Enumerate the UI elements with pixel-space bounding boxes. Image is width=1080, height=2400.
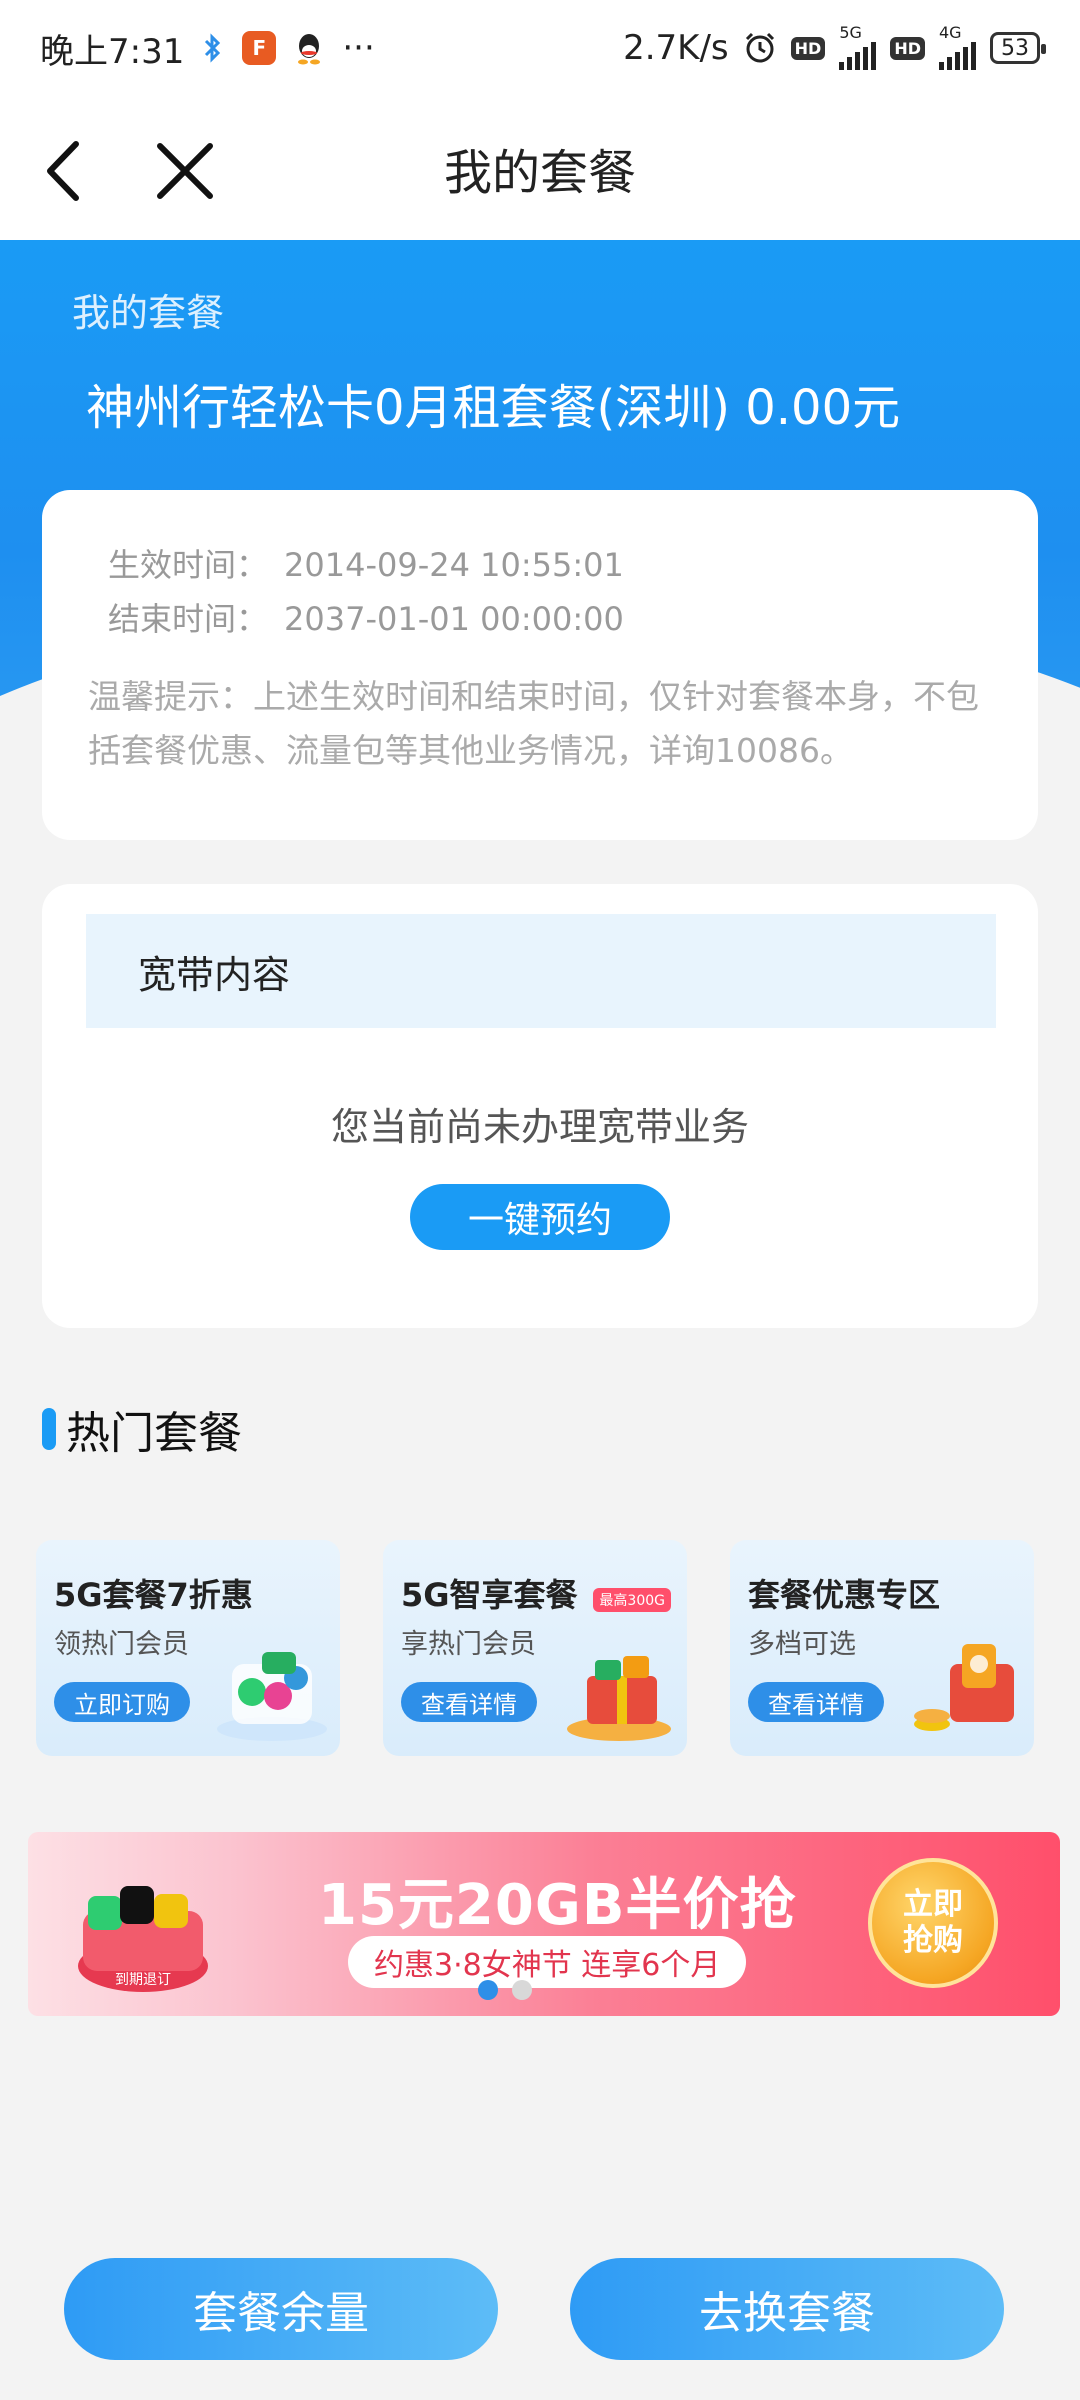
view-details-button-2[interactable]: 查看详情 — [748, 1682, 884, 1722]
hot-packages-heading: 热门套餐 — [42, 1404, 242, 1459]
package-label: 我的套餐 — [72, 291, 225, 335]
network-speed: 2.7K/s — [623, 28, 729, 68]
video-apps-icon — [217, 1652, 327, 1741]
reserve-button[interactable]: 一键预约 — [410, 1184, 670, 1250]
promo-card-discount-zone[interactable]: 套餐优惠专区 多档可选 查看详情 — [730, 1540, 1034, 1756]
end-time-value: 2037-01-01 00:00:00 — [284, 600, 624, 638]
battery-indicator: 53 — [990, 32, 1046, 64]
broadband-title: 宽带内容 — [86, 914, 996, 1028]
change-package-button[interactable]: 去换套餐 — [570, 2258, 1004, 2360]
view-details-button[interactable]: 查看详情 — [401, 1682, 537, 1722]
order-now-button[interactable]: 立即订购 — [54, 1682, 190, 1722]
buy-now-button[interactable]: 立即抢购 — [868, 1858, 998, 1988]
promo-title: 5G套餐7折惠 — [54, 1576, 253, 1614]
promo-title: 套餐优惠专区 — [748, 1576, 941, 1614]
gift-label: 到期退订 — [115, 1972, 171, 1988]
gift-box-icon — [567, 1656, 671, 1741]
promo-subtitle: 享热门会员 — [401, 1629, 536, 1660]
heading-accent-bar — [42, 1408, 56, 1450]
alarm-icon — [743, 31, 777, 65]
buy-now-label: 立即抢购 — [903, 1887, 963, 1958]
qq-icon — [294, 31, 324, 65]
close-icon — [157, 143, 213, 199]
end-time-row: 结束时间： 2037-01-01 00:00:00 — [108, 594, 624, 640]
broadband-empty-text: 您当前尚未办理宽带业务 — [330, 1105, 749, 1149]
hd-badge: HD — [790, 36, 826, 60]
start-time-value: 2014-09-24 10:55:01 — [284, 546, 624, 584]
more-notifications: ··· — [342, 28, 375, 68]
net-4g-label: 4G — [939, 23, 962, 42]
signal-4g-icon: 4G — [939, 23, 976, 70]
promo-subtitle: 多档可选 — [748, 1629, 856, 1660]
start-time-label: 生效时间： — [108, 546, 269, 584]
package-info-card: 生效时间： 2014-09-24 10:55:01 结束时间： 2037-01-01… — [42, 490, 1038, 840]
carousel-dot-active[interactable] — [478, 1980, 498, 2000]
promo-subtitle: 领热门会员 — [54, 1629, 189, 1660]
warm-tip: 温馨提示：上述生效时间和结束时间，仅针对套餐本身，不包括套餐优惠、流量包等其他业… — [88, 677, 979, 770]
promo-banner[interactable]: 到期退订 15元20GB半价抢 约惠3·8女神节 连享6个月 立即抢购 — [28, 1832, 1060, 2016]
banner-subtitle: 约惠3·8女神节 连享6个月 — [348, 1936, 747, 1988]
status-time: 晚上7:31 — [40, 31, 185, 72]
bluetooth-icon — [202, 33, 224, 63]
hot-packages-title: 热门套餐 — [66, 1408, 242, 1459]
hd-badge-2: HD — [890, 36, 925, 60]
nav-bar: 我的套餐 — [0, 96, 1080, 240]
gift-coins-icon — [914, 1644, 1014, 1731]
promo-card-5g-discount[interactable]: 5G套餐7折惠 领热门会员 立即订购 — [36, 1540, 340, 1756]
gift-box-icon: 到期退订 — [78, 1886, 208, 1992]
net-5g-label: 5G — [839, 23, 862, 42]
app-notification-icon: F — [242, 31, 277, 65]
status-bar: 晚上7:31 F ··· 2.7K/s HD 5G HD 4G 53 — [0, 0, 1080, 96]
package-name: 神州行轻松卡0月租套餐(深圳) 0.00元 — [86, 380, 901, 436]
broadband-card: 宽带内容 您当前尚未办理宽带业务 一键预约 — [42, 884, 1038, 1328]
banner-headline: 15元20GB半价抢 — [318, 1873, 797, 1938]
back-arrow-icon — [47, 141, 79, 201]
start-time-row: 生效时间： 2014-09-24 10:55:01 — [108, 540, 624, 586]
carousel-dots — [478, 1980, 532, 2000]
carousel-dot[interactable] — [512, 1980, 532, 2000]
back-button[interactable] — [38, 136, 98, 206]
promo-card-5g-smart[interactable]: 5G智享套餐 享热门会员 查看详情 最高300G — [383, 1540, 687, 1756]
signal-5g-icon: 5G — [839, 23, 877, 70]
promo-title: 5G智享套餐 — [401, 1576, 578, 1614]
close-button[interactable] — [150, 136, 220, 206]
promo-tag-badge: 最高300G — [593, 1588, 671, 1612]
package-balance-button[interactable]: 套餐余量 — [64, 2258, 498, 2360]
end-time-label: 结束时间： — [108, 600, 269, 638]
